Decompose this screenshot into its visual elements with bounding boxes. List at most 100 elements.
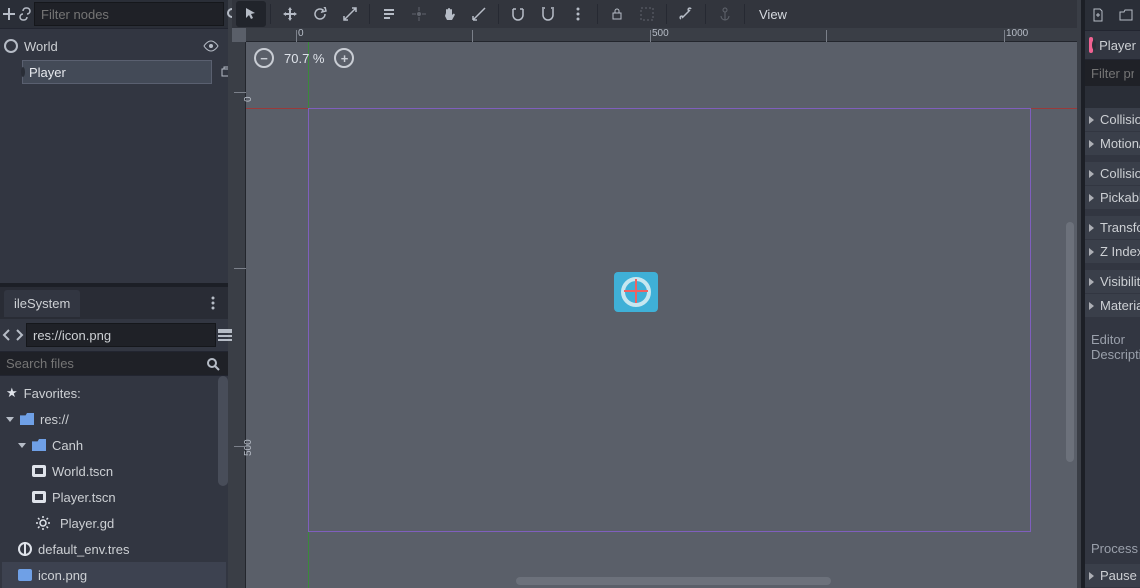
rotate-tool-button[interactable]: [305, 1, 335, 27]
ruler-label: 500: [652, 28, 669, 39]
dock-options-icon[interactable]: [202, 292, 224, 314]
fs-favorites[interactable]: ★ Favorites:: [2, 380, 226, 406]
fs-label: icon.png: [38, 568, 87, 583]
inspector-top-bar: [1085, 0, 1140, 31]
tree-node-rename-input[interactable]: [22, 60, 212, 84]
fs-folder-canh[interactable]: Canh: [2, 432, 226, 458]
link-icon[interactable]: [18, 3, 32, 25]
folder-icon: [32, 439, 46, 451]
fs-file-worldtscn[interactable]: World.tscn: [2, 458, 226, 484]
folder-icon: [20, 413, 34, 425]
inspector-row-label: Z Index: [1100, 244, 1140, 259]
canvas-toolbar: View: [232, 0, 1077, 28]
snap-options-icon[interactable]: [563, 1, 593, 27]
inspector-node-row: Player: [1085, 31, 1140, 60]
nav-back-icon[interactable]: [2, 324, 12, 346]
bone-button[interactable]: [671, 1, 701, 27]
instance-icon[interactable]: [216, 61, 228, 83]
anchor-button[interactable]: [710, 1, 740, 27]
vertical-ruler: 0 500: [232, 42, 246, 588]
inspector-node-name: Player: [1099, 38, 1136, 53]
visibility-icon[interactable]: [200, 35, 222, 57]
fs-file-env[interactable]: default_env.tres: [2, 536, 226, 562]
filesystem-search-input[interactable]: [0, 352, 228, 376]
lock-button[interactable]: [602, 1, 632, 27]
inspector-sections: Collision Motion/Sync Collision Pickable…: [1085, 86, 1140, 588]
zoom-in-button[interactable]: +: [334, 48, 354, 68]
split-mode-icon[interactable]: [218, 324, 232, 346]
scale-tool-button[interactable]: [335, 1, 365, 27]
filesystem-path-input[interactable]: [26, 323, 216, 347]
nav-forward-icon[interactable]: [14, 324, 24, 346]
chevron-right-icon: [1089, 572, 1094, 580]
chevron-right-icon: [1089, 194, 1094, 202]
new-resource-icon[interactable]: [1087, 4, 1109, 26]
zoom-controls: − 70.7 % +: [246, 42, 362, 74]
list-select-button[interactable]: [374, 1, 404, 27]
fs-res-root[interactable]: res://: [2, 406, 226, 432]
filesystem-tab[interactable]: ileSystem: [4, 290, 80, 317]
tree-node-root[interactable]: World: [2, 33, 226, 59]
image-icon: [18, 569, 32, 581]
inspector-row-pickable[interactable]: Pickable: [1085, 186, 1140, 210]
zoom-out-button[interactable]: −: [254, 48, 274, 68]
separator: [498, 4, 499, 24]
tree-node-selected[interactable]: [2, 59, 226, 85]
group-button[interactable]: [632, 1, 662, 27]
smart-snap-button[interactable]: [533, 1, 563, 27]
inspector-class-heading: [1085, 86, 1140, 108]
inspector-row-visibility[interactable]: Visibility: [1085, 270, 1140, 294]
canvas[interactable]: [246, 42, 1077, 588]
inspector-row-collision2[interactable]: Collision: [1085, 162, 1140, 186]
separator: [666, 4, 667, 24]
inspector-row-label: Visibility: [1100, 274, 1140, 289]
filesystem-scrollbar[interactable]: [218, 376, 228, 486]
tree-node-label: World: [22, 39, 196, 54]
add-node-icon[interactable]: [2, 3, 16, 25]
inspector-panel: Player Collision Motion/Sync Collision P…: [1081, 0, 1140, 588]
chevron-down-icon: [18, 443, 26, 448]
star-icon: ★: [6, 385, 18, 401]
viewport-v-scrollbar[interactable]: [1066, 222, 1074, 462]
snap-toggle-button[interactable]: [503, 1, 533, 27]
chevron-right-icon: [1089, 278, 1094, 286]
chevron-right-icon: [1089, 116, 1094, 124]
select-tool-button[interactable]: [236, 1, 266, 27]
inspector-row-label: Motion/Sync: [1100, 136, 1140, 151]
gear-icon: [32, 512, 54, 534]
fs-label: default_env.tres: [38, 542, 130, 557]
scene-tree: World: [0, 29, 228, 287]
chevron-right-icon: [1089, 140, 1094, 148]
fs-label: Canh: [52, 438, 83, 453]
ruler-tool-button[interactable]: [464, 1, 494, 27]
inspector-row-transform[interactable]: Transform: [1085, 216, 1140, 240]
inspector-row-material[interactable]: Material: [1085, 294, 1140, 318]
kinematicbody2d-icon: [1089, 37, 1093, 53]
pivot-button[interactable]: [404, 1, 434, 27]
scene-file-icon: [32, 465, 46, 477]
horizontal-ruler: 0 500 1000: [246, 28, 1077, 42]
filesystem-tab-row: ileSystem: [0, 287, 228, 319]
pan-tool-button[interactable]: [434, 1, 464, 27]
inspector-row-zindex[interactable]: Z Index: [1085, 240, 1140, 264]
search-icon[interactable]: [202, 353, 224, 375]
viewport-h-scrollbar[interactable]: [516, 577, 831, 585]
fs-file-icon[interactable]: icon.png: [2, 562, 226, 588]
separator: [705, 4, 706, 24]
move-tool-button[interactable]: [275, 1, 305, 27]
inspector-filter-input[interactable]: [1085, 60, 1140, 86]
inspector-row-pause[interactable]: Pause: [1085, 564, 1140, 588]
inspector-row-motion[interactable]: Motion/Sync: [1085, 132, 1140, 156]
separator: [369, 4, 370, 24]
fs-file-playergd[interactable]: Player.gd: [2, 510, 226, 536]
filesystem-search-row: [0, 352, 228, 376]
filter-nodes-input[interactable]: [34, 2, 224, 26]
viewport-rect: [308, 108, 1031, 532]
fs-file-playertscn[interactable]: Player.tscn: [2, 484, 226, 510]
view-menu-button[interactable]: View: [749, 7, 797, 22]
open-resource-icon[interactable]: [1115, 4, 1137, 26]
separator: [597, 4, 598, 24]
inspector-row-collision[interactable]: Collision: [1085, 108, 1140, 132]
inspector-row-label: Pickable: [1100, 190, 1140, 205]
viewport-2d[interactable]: 0 500 1000 0 500 − 70.7 % +: [232, 28, 1077, 588]
